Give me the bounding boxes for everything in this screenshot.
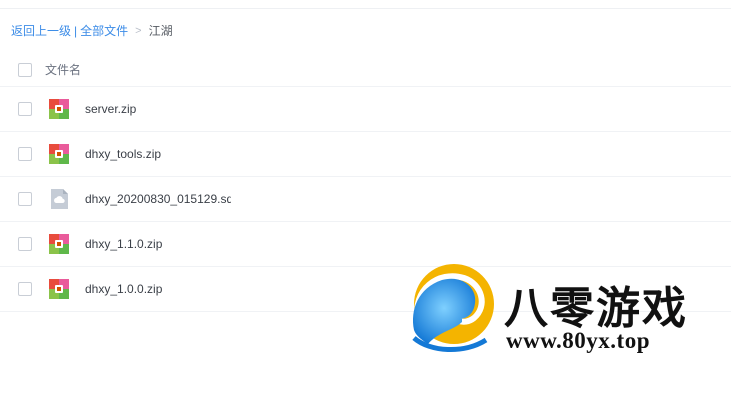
top-divider bbox=[0, 8, 731, 9]
breadcrumb-separator: | bbox=[74, 24, 78, 38]
current-folder: 江湖 bbox=[148, 24, 173, 38]
file-row[interactable]: dhxy_20200830_015129.sq bbox=[0, 177, 731, 222]
swirl-logo-icon bbox=[412, 264, 494, 352]
file-name[interactable]: dhxy_20200830_015129.sq bbox=[85, 192, 231, 206]
row-checkbox[interactable] bbox=[18, 192, 32, 206]
column-header-filename: 文件名 bbox=[45, 63, 82, 77]
file-name[interactable]: dhxy_tools.zip bbox=[85, 147, 161, 161]
zip-archive-icon bbox=[49, 234, 69, 254]
zip-archive-icon bbox=[49, 99, 69, 119]
back-link[interactable]: 返回上一级 bbox=[11, 22, 71, 40]
zip-archive-icon bbox=[49, 279, 69, 299]
file-row[interactable]: dhxy_tools.zip bbox=[0, 132, 731, 177]
all-files-link[interactable]: 全部文件 bbox=[80, 22, 128, 40]
file-row[interactable]: server.zip bbox=[0, 87, 731, 132]
cloud-file-icon bbox=[51, 189, 68, 209]
file-name[interactable]: dhxy_1.1.0.zip bbox=[85, 237, 162, 251]
breadcrumb-arrow: > bbox=[135, 25, 142, 37]
select-all-checkbox[interactable] bbox=[18, 62, 32, 77]
list-header: 文件名 bbox=[0, 53, 731, 87]
breadcrumb: 返回上一级 | 全部文件 > 江湖 bbox=[11, 22, 173, 40]
watermark-brand: 八零游戏 bbox=[504, 283, 688, 334]
row-checkbox[interactable] bbox=[18, 147, 32, 161]
watermark: 八零游戏 www.80yx.top bbox=[408, 260, 718, 360]
row-checkbox[interactable] bbox=[18, 282, 32, 296]
row-checkbox[interactable] bbox=[18, 102, 32, 116]
file-name[interactable]: dhxy_1.0.0.zip bbox=[85, 282, 162, 296]
row-checkbox[interactable] bbox=[18, 237, 32, 251]
zip-archive-icon bbox=[49, 144, 69, 164]
watermark-url: www.80yx.top bbox=[506, 328, 651, 353]
file-name[interactable]: server.zip bbox=[85, 102, 136, 116]
